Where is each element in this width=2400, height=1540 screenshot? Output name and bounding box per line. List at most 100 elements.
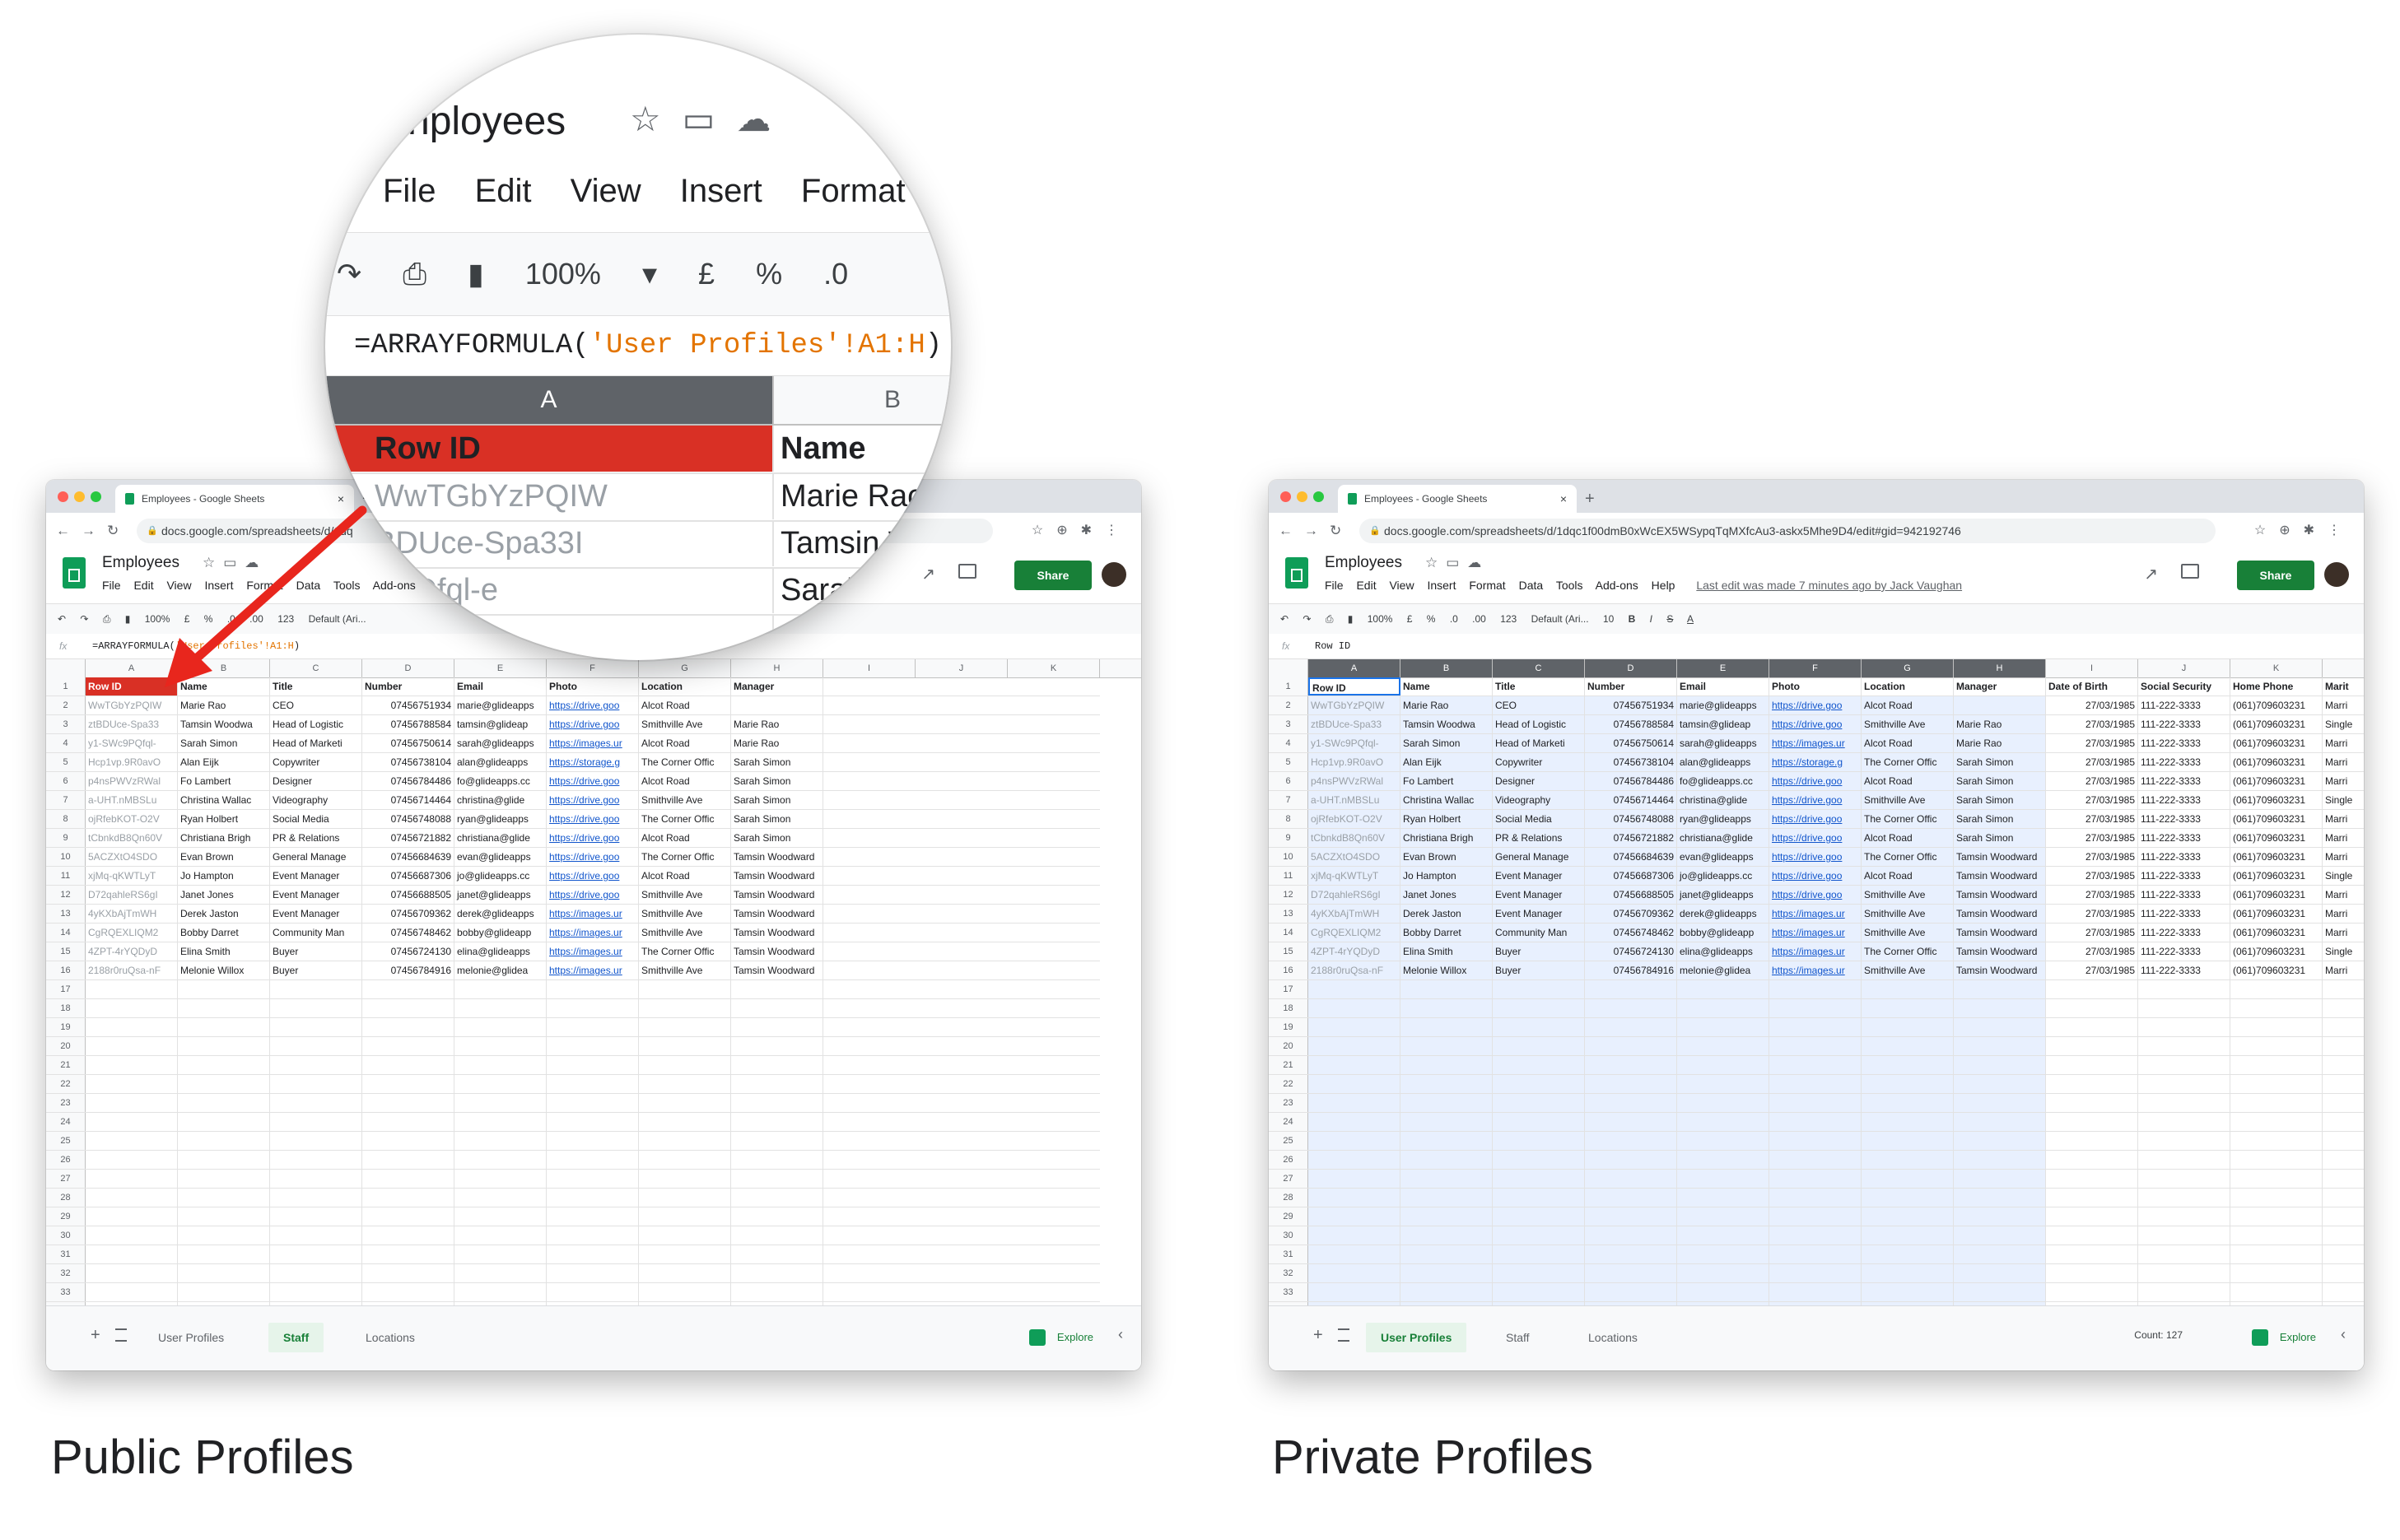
row-number[interactable]: 33 — [46, 1283, 86, 1301]
table-cell[interactable] — [1493, 1207, 1585, 1226]
table-cell[interactable] — [178, 999, 270, 1017]
table-cell[interactable] — [1677, 1226, 1769, 1245]
table-cell[interactable]: 111-222-3333 — [2138, 924, 2230, 942]
table-cell[interactable] — [2230, 1094, 2323, 1112]
redo-icon[interactable]: ↷ — [80, 613, 88, 625]
table-cell[interactable] — [639, 1170, 731, 1188]
table-cell[interactable]: 111-222-3333 — [2138, 696, 2230, 714]
table-cell[interactable] — [1400, 1056, 1493, 1074]
nav-icons[interactable]: ←→↻ — [56, 519, 130, 542]
column-header-i[interactable]: I — [2046, 659, 2138, 677]
table-cell[interactable]: 07456724130 — [1585, 942, 1677, 961]
table-cell[interactable]: Derek Jaston — [1400, 905, 1493, 923]
table-cell[interactable] — [454, 1226, 547, 1245]
table-cell[interactable]: Alcot Road — [1862, 829, 1954, 847]
table-cell[interactable] — [1954, 1018, 2046, 1036]
table-cell[interactable]: 07456724130 — [362, 942, 454, 961]
table-cell[interactable] — [639, 1245, 731, 1263]
table-cell[interactable] — [178, 1189, 270, 1207]
table-cell[interactable] — [270, 1094, 362, 1112]
table-cell[interactable] — [547, 1264, 639, 1282]
row-number[interactable]: 12 — [46, 886, 86, 904]
table-cell[interactable] — [1862, 980, 1954, 998]
table-cell[interactable] — [1769, 1226, 1862, 1245]
table-cell[interactable] — [86, 1132, 178, 1150]
table-cell[interactable] — [1677, 1151, 1769, 1169]
table-cell[interactable]: 07456684639 — [362, 848, 454, 866]
table-cell[interactable]: https://drive.goo — [1769, 810, 1862, 828]
table-cell[interactable]: https://drive.goo — [547, 810, 639, 828]
table-cell[interactable]: Marie Rao — [731, 734, 823, 752]
table-cell[interactable] — [270, 1245, 362, 1263]
table-cell[interactable]: jo@glideapps.cc — [454, 867, 547, 885]
table-cell[interactable] — [1493, 1056, 1585, 1074]
table-cell[interactable]: https://drive.goo — [547, 772, 639, 790]
table-cell[interactable]: Tamsin Woodwa — [178, 715, 270, 733]
table-cell[interactable] — [178, 1018, 270, 1036]
table-cell[interactable]: Alcot Road — [1862, 696, 1954, 714]
table-cell[interactable]: https://images.ur — [547, 961, 639, 979]
select-all-corner[interactable] — [46, 659, 86, 677]
table-cell[interactable] — [639, 1018, 731, 1036]
table-cell[interactable] — [1400, 1018, 1493, 1036]
table-cell[interactable]: Marri — [2323, 753, 2364, 771]
table-cell[interactable] — [1769, 980, 1862, 998]
table-cell[interactable]: Marri — [2323, 772, 2364, 790]
table-cell[interactable] — [1769, 1264, 1862, 1282]
table-cell[interactable] — [270, 999, 362, 1017]
table-cell[interactable] — [454, 1207, 547, 1226]
table-cell[interactable]: 27/03/1985 — [2046, 848, 2138, 866]
sheet-tab-user-profiles[interactable]: User Profiles — [143, 1323, 239, 1352]
table-cell[interactable] — [2138, 1151, 2230, 1169]
table-cell[interactable] — [731, 980, 823, 998]
sheets-logo-icon[interactable] — [63, 557, 86, 589]
table-cell[interactable]: p4nsPWVzRWal — [86, 772, 178, 790]
table-cell[interactable]: https://drive.goo — [547, 886, 639, 904]
table-cell[interactable] — [731, 1018, 823, 1036]
row-number[interactable]: 10 — [1269, 848, 1308, 866]
table-cell[interactable] — [1585, 1283, 1677, 1301]
sheet-tab-locations[interactable]: Locations — [1573, 1323, 1652, 1352]
table-cell[interactable]: https://drive.goo — [1769, 772, 1862, 790]
table-cell[interactable] — [1400, 1264, 1493, 1282]
table-cell[interactable]: https://drive.goo — [1769, 867, 1862, 885]
table-cell[interactable]: Marie Rao — [731, 715, 823, 733]
table-cell[interactable] — [2138, 1132, 2230, 1150]
table-cell[interactable] — [1308, 1170, 1400, 1188]
table-cell[interactable]: 07456788584 — [1585, 715, 1677, 733]
table-cell[interactable]: https://images.ur — [1769, 942, 1862, 961]
table-cell[interactable]: https://drive.goo — [547, 848, 639, 866]
table-cell[interactable]: 111-222-3333 — [2138, 961, 2230, 979]
column-header-j[interactable]: J — [916, 659, 1008, 677]
table-cell[interactable] — [547, 980, 639, 998]
table-cell[interactable]: 111-222-3333 — [2138, 734, 2230, 752]
table-cell[interactable] — [2138, 1189, 2230, 1207]
table-cell[interactable]: Alan Eijk — [178, 753, 270, 771]
table-cell[interactable]: y1-SWc9PQfql- — [1308, 734, 1400, 752]
table-cell[interactable] — [1308, 1283, 1400, 1301]
decrease-decimal-button[interactable]: .0 — [227, 613, 235, 625]
table-cell[interactable]: 07456784916 — [362, 961, 454, 979]
table-cell[interactable]: Smithville Ave — [639, 905, 731, 923]
header-cell[interactable]: Social Security — [2138, 677, 2230, 696]
table-cell[interactable] — [1677, 1245, 1769, 1263]
table-cell[interactable]: marie@glideapps — [454, 696, 547, 714]
minimize-window-icon[interactable] — [1297, 491, 1307, 502]
row-number[interactable]: 27 — [46, 1170, 86, 1188]
table-cell[interactable] — [1585, 1037, 1677, 1055]
star-icon[interactable]: ☆▭☁ — [1425, 555, 1489, 571]
table-cell[interactable]: 07456750614 — [362, 734, 454, 752]
table-cell[interactable] — [1677, 1283, 1769, 1301]
table-cell[interactable] — [86, 1207, 178, 1226]
browser-tab[interactable]: Employees - Google Sheets × — [1338, 485, 1577, 513]
table-cell[interactable] — [1400, 1170, 1493, 1188]
table-cell[interactable] — [1400, 1113, 1493, 1131]
table-cell[interactable] — [1308, 1056, 1400, 1074]
table-cell[interactable]: bobby@glideapp — [454, 924, 547, 942]
table-cell[interactable] — [1954, 1056, 2046, 1074]
column-header-k[interactable]: K — [2230, 659, 2323, 677]
table-cell[interactable]: 111-222-3333 — [2138, 848, 2230, 866]
table-cell[interactable] — [731, 1132, 823, 1150]
table-cell[interactable]: D72qahleRS6gI — [86, 886, 178, 904]
table-cell[interactable] — [362, 1189, 454, 1207]
